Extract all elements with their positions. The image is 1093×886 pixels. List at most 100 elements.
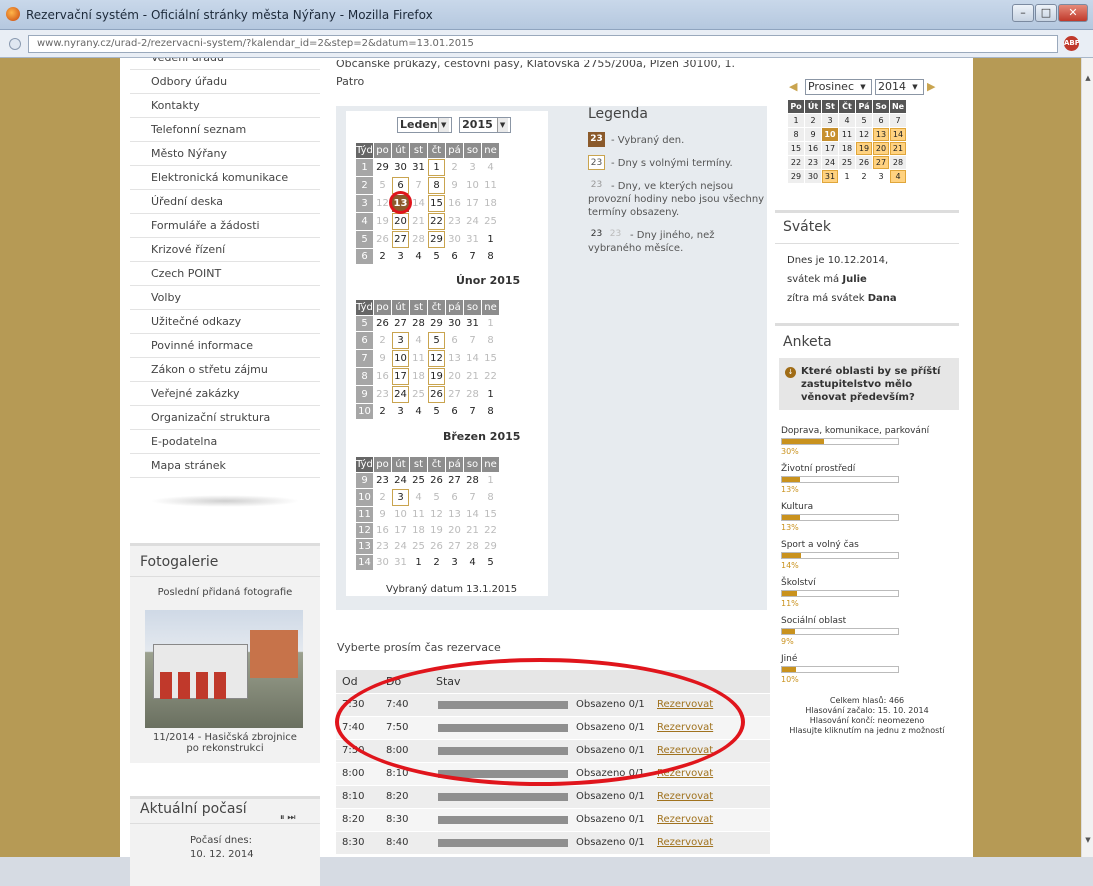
- gallery-photo[interactable]: [145, 610, 303, 728]
- poll-option[interactable]: Jiné 10%: [781, 654, 959, 684]
- minical-day[interactable]: 7: [890, 114, 906, 127]
- minical-day[interactable]: 25: [839, 156, 855, 169]
- calendar-day[interactable]: 29: [428, 231, 445, 248]
- poll-option-label[interactable]: Kultura: [781, 502, 959, 512]
- minical-day[interactable]: 12: [856, 128, 872, 141]
- reserve-link[interactable]: Rezervovat: [657, 837, 713, 848]
- menu-item[interactable]: Formuláře a žádosti: [130, 214, 320, 238]
- menu-item[interactable]: Město Nýřany: [130, 142, 320, 166]
- minical-day[interactable]: 1: [788, 114, 804, 127]
- minical-day[interactable]: 10: [822, 128, 838, 141]
- minical-day[interactable]: 3: [873, 170, 889, 183]
- minical-year-select[interactable]: 2014 ▼: [875, 79, 924, 95]
- menu-item[interactable]: Užitečné odkazy: [130, 310, 320, 334]
- calendar-day[interactable]: 8: [428, 177, 445, 194]
- site-identity-icon[interactable]: [9, 38, 21, 50]
- minical-day[interactable]: 27: [873, 156, 889, 169]
- scroll-up-icon[interactable]: ▲: [1083, 74, 1093, 84]
- calendar-day[interactable]: 1: [428, 159, 445, 176]
- calendar-day[interactable]: 5: [428, 332, 445, 349]
- minical-day[interactable]: 1: [839, 170, 855, 183]
- minical-day[interactable]: 28: [890, 156, 906, 169]
- menu-item[interactable]: Volby: [130, 286, 320, 310]
- poll-option-label[interactable]: Sport a volný čas: [781, 540, 959, 550]
- minical-day[interactable]: 23: [805, 156, 821, 169]
- poll-option-label[interactable]: Jiné: [781, 654, 959, 664]
- menu-item[interactable]: Veřejné zakázky: [130, 382, 320, 406]
- menu-item[interactable]: Povinné informace: [130, 334, 320, 358]
- minical-day[interactable]: 31: [822, 170, 838, 183]
- poll-option[interactable]: Doprava, komunikace, parkování 30%: [781, 426, 959, 456]
- minical-day[interactable]: 13: [873, 128, 889, 141]
- month-select[interactable]: Leden ▼: [397, 117, 452, 133]
- minimize-button[interactable]: –: [1012, 4, 1034, 22]
- calendar-day[interactable]: 22: [428, 213, 445, 230]
- minical-day[interactable]: 26: [856, 156, 872, 169]
- scrollbar[interactable]: ▲ ▼: [1081, 58, 1093, 857]
- calendar-day[interactable]: 19: [428, 368, 445, 385]
- menu-item[interactable]: Krizové řízení: [130, 238, 320, 262]
- minical-day[interactable]: 15: [788, 142, 804, 155]
- calendar-day[interactable]: 15: [428, 195, 445, 212]
- minical-day[interactable]: 18: [839, 142, 855, 155]
- minical-day[interactable]: 30: [805, 170, 821, 183]
- minical-day[interactable]: 2: [805, 114, 821, 127]
- weather-nav-icon[interactable]: ⏸ ⏭: [280, 813, 295, 823]
- reserve-link[interactable]: Rezervovat: [657, 791, 713, 802]
- menu-item[interactable]: E-podatelna: [130, 430, 320, 454]
- minical-prev-icon[interactable]: ◀: [789, 80, 797, 93]
- calendar-day[interactable]: 24: [392, 386, 409, 403]
- menu-item[interactable]: Mapa stránek: [130, 454, 320, 478]
- adblock-icon[interactable]: ABP: [1064, 36, 1080, 51]
- reserve-link[interactable]: Rezervovat: [657, 814, 713, 825]
- calendar-day[interactable]: 10: [392, 350, 409, 367]
- poll-option[interactable]: Kultura 13%: [781, 502, 959, 532]
- close-button[interactable]: ✕: [1058, 4, 1088, 22]
- minical-day[interactable]: 14: [890, 128, 906, 141]
- scroll-down-icon[interactable]: ▼: [1083, 836, 1093, 846]
- minical-day[interactable]: 9: [805, 128, 821, 141]
- maximize-button[interactable]: □: [1035, 4, 1057, 22]
- poll-option-label[interactable]: Sociální oblast: [781, 616, 959, 626]
- gallery-caption-1[interactable]: 11/2014 - Hasičská zbrojnice: [130, 732, 320, 743]
- minical-day[interactable]: 6: [873, 114, 889, 127]
- calendar-day[interactable]: 12: [428, 350, 445, 367]
- calendar-day[interactable]: 20: [392, 213, 409, 230]
- poll-option[interactable]: Sport a volný čas 14%: [781, 540, 959, 570]
- menu-item[interactable]: Telefonní seznam: [130, 118, 320, 142]
- menu-item[interactable]: Odbory úřadu: [130, 70, 320, 94]
- minical-day[interactable]: 4: [839, 114, 855, 127]
- calendar-day[interactable]: 27: [392, 231, 409, 248]
- minical-day[interactable]: 5: [856, 114, 872, 127]
- minical-day[interactable]: 16: [805, 142, 821, 155]
- minical-day[interactable]: 3: [822, 114, 838, 127]
- minical-day[interactable]: 17: [822, 142, 838, 155]
- minical-day[interactable]: 22: [788, 156, 804, 169]
- menu-item[interactable]: Czech POINT: [130, 262, 320, 286]
- menu-item[interactable]: Organizační struktura: [130, 406, 320, 430]
- minical-day[interactable]: 21: [890, 142, 906, 155]
- poll-option-label[interactable]: Životní prostředí: [781, 464, 959, 474]
- minical-day[interactable]: 29: [788, 170, 804, 183]
- minical-next-icon[interactable]: ▶: [927, 80, 935, 93]
- poll-option[interactable]: Životní prostředí 13%: [781, 464, 959, 494]
- minical-month-select[interactable]: Prosinec ▼: [804, 79, 872, 95]
- menu-item[interactable]: Elektronická komunikace: [130, 166, 320, 190]
- calendar-day[interactable]: 26: [428, 386, 445, 403]
- poll-option[interactable]: Sociální oblast 9%: [781, 616, 959, 646]
- minical-day[interactable]: 8: [788, 128, 804, 141]
- menu-item[interactable]: Zákon o střetu zájmu: [130, 358, 320, 382]
- poll-option-label[interactable]: Školství: [781, 578, 959, 588]
- minical-day[interactable]: 20: [873, 142, 889, 155]
- poll-option[interactable]: Školství 11%: [781, 578, 959, 608]
- minical-day[interactable]: 19: [856, 142, 872, 155]
- minical-day[interactable]: 4: [890, 170, 906, 183]
- minical-day[interactable]: 24: [822, 156, 838, 169]
- gallery-caption-2[interactable]: po rekonstrukci: [130, 743, 320, 754]
- url-input[interactable]: www.nyrany.cz/urad-2/rezervacni-system/?…: [28, 35, 1058, 53]
- minical-day[interactable]: 2: [856, 170, 872, 183]
- year-select[interactable]: 2015 ▼: [459, 117, 511, 133]
- poll-option-label[interactable]: Doprava, komunikace, parkování: [781, 426, 959, 436]
- minical-day[interactable]: 11: [839, 128, 855, 141]
- menu-item-cut[interactable]: Vedení úřadu: [130, 58, 320, 70]
